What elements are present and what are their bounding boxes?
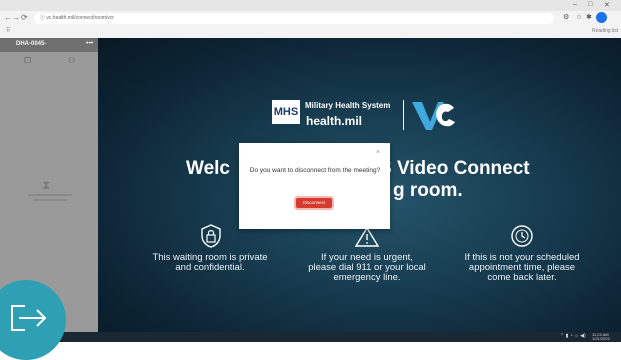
close-window-icon[interactable]: ✕ (604, 1, 610, 9)
info-schedule: If this is not your scheduled appointmen… (447, 253, 597, 283)
puzzle-icon[interactable]: ✱ (586, 13, 592, 21)
side-panel-placeholder-line (28, 194, 72, 196)
side-panel-placeholder-line (33, 199, 67, 201)
reading-list-link[interactable]: Reading list (592, 28, 618, 34)
clock-icon (511, 225, 533, 247)
chat-icon[interactable]: ☐ (24, 56, 31, 65)
room-title: DHA-0045- (16, 41, 47, 47)
side-panel-header: DHA-0045- ••• (0, 38, 98, 52)
hourglass-icon: ⧗ (42, 178, 51, 192)
dialog-message: Do you want to disconnect from the meeti… (249, 167, 381, 174)
forward-icon[interactable]: → (12, 13, 20, 22)
reload-icon[interactable]: ⟳ (21, 13, 28, 22)
lock-shield-icon (201, 224, 221, 248)
disconnect-button[interactable]: Disconnect (296, 198, 332, 208)
tab-strip (0, 0, 621, 11)
taskbar: ⌃ ▮ ◔ ☼ ◀) 11:24 AM 1/21/2022 (0, 332, 621, 342)
welcome-heading-right: S Video Connect (379, 158, 530, 179)
disconnect-dialog (239, 143, 390, 229)
clock-date: 1/21/2022 (592, 336, 610, 341)
url-text: vc.health.mil/connect/room/vcr (46, 15, 114, 21)
address-bar[interactable]: ⓘ vc.health.mil/connect/room/vcr (34, 13, 554, 24)
site-info-icon: ⓘ (40, 15, 46, 21)
address-row: ← → ⟳ ⓘ vc.health.mil/connect/room/vcr ⚙… (0, 12, 621, 26)
profile-avatar[interactable] (596, 12, 607, 23)
info-private: This waiting room is private and confide… (140, 253, 280, 273)
warning-icon (355, 227, 379, 247)
close-icon[interactable]: × (376, 149, 380, 156)
video-connect-logo-icon (412, 102, 455, 130)
exit-arrow-icon (11, 305, 47, 331)
maximize-icon[interactable]: □ (588, 1, 592, 8)
welcome-heading-left: Welc (186, 158, 231, 179)
taskbar-clock[interactable]: 11:24 AM 1/21/2022 (592, 333, 610, 341)
participants-icon[interactable]: ⚇ (68, 56, 75, 65)
mhs-badge: MHS (272, 100, 300, 124)
info-schedule-line: come back later. (487, 272, 557, 283)
star-icon[interactable]: ☆ (576, 13, 582, 21)
system-tray[interactable]: ⌃ ▮ ◔ ☼ ◀) (560, 333, 586, 339)
extension-icon[interactable]: ⚙ (563, 13, 569, 21)
apps-icon[interactable]: ⠿ (6, 27, 10, 34)
minimize-icon[interactable]: – (573, 1, 577, 8)
back-icon[interactable]: ← (4, 13, 12, 22)
bookmarks-bar: ⠿ Reading list (0, 27, 621, 37)
more-icon[interactable]: ••• (86, 40, 93, 47)
welcome-heading-sub: g room. (393, 180, 463, 201)
info-urgent-line: emergency line. (333, 272, 401, 283)
browser-chrome: – □ ✕ ← → ⟳ ⓘ vc.health.mil/connect/room… (0, 0, 621, 39)
org-domain: health.mil (306, 114, 363, 128)
info-urgent: If your need is urgent, please dial 911 … (292, 253, 442, 283)
logo-divider (403, 100, 404, 130)
org-name: Military Health System (305, 101, 391, 110)
info-private-line: and confidential. (175, 262, 245, 273)
